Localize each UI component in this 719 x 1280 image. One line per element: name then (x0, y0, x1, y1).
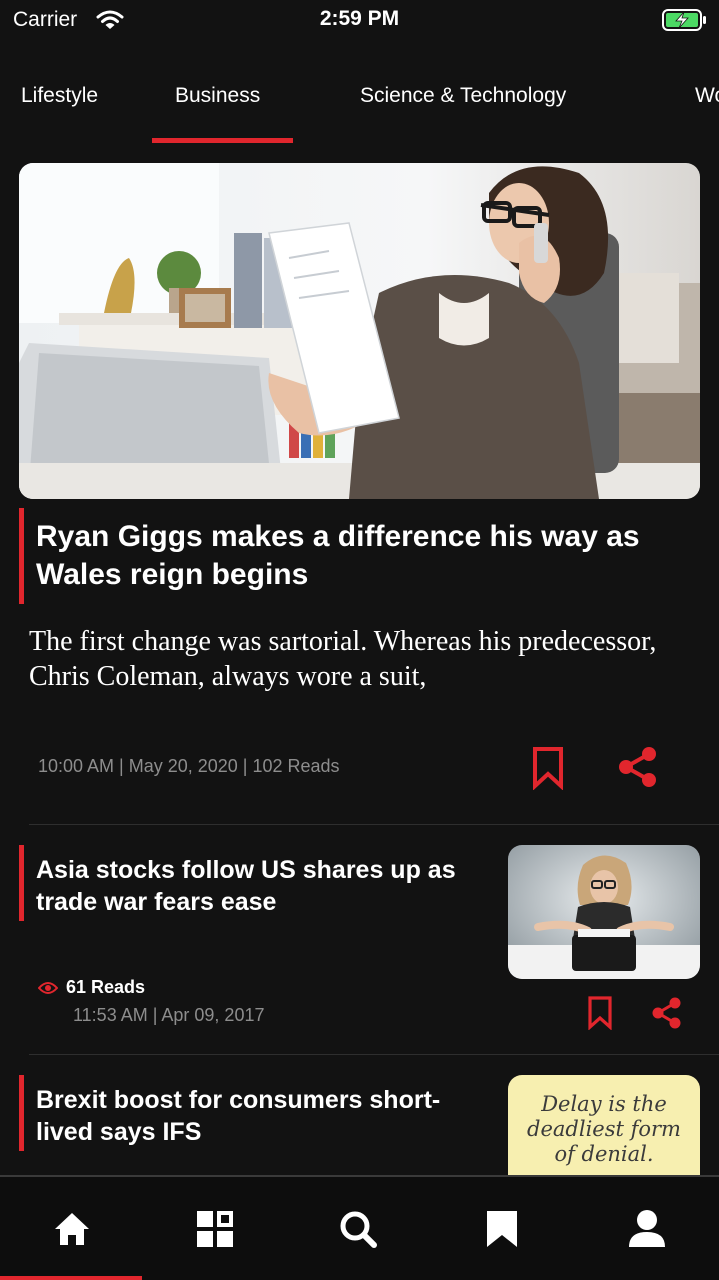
home-icon (54, 1212, 89, 1245)
category-tabs: Lifestyle Business Science & Technology … (0, 60, 719, 146)
nav-bookmarks[interactable] (430, 1177, 573, 1280)
nav-profile[interactable] (575, 1177, 718, 1280)
divider (29, 1054, 719, 1055)
featured-title[interactable]: Ryan Giggs makes a difference his way as… (36, 508, 689, 594)
tab-world[interactable]: Wo (695, 84, 719, 108)
bottom-navigation (0, 1175, 719, 1280)
article-reads-count: 61 Reads (66, 977, 146, 997)
share-button[interactable] (651, 996, 683, 1030)
status-bar: Carrier 2:59 PM (0, 0, 719, 40)
share-button[interactable] (617, 745, 659, 789)
sticky-note-photo: Delay is the deadliest form of denial. (508, 1075, 700, 1175)
eye-icon (38, 981, 58, 994)
share-icon (619, 747, 656, 787)
grid-icon (196, 1210, 233, 1247)
bookmark-outline-icon (533, 747, 563, 791)
note-line-1: Delay is the (540, 1092, 667, 1116)
nav-search[interactable] (286, 1177, 429, 1280)
nav-active-indicator (0, 1276, 142, 1280)
article-title[interactable]: Asia stocks follow US shares up as trade… (36, 845, 479, 918)
featured-excerpt: The first change was sartorial. Whereas … (29, 626, 657, 692)
tab-business[interactable]: Business (175, 84, 260, 108)
woman-phone-office-photo (19, 163, 700, 499)
article-thumbnail[interactable] (508, 845, 700, 979)
divider (29, 824, 719, 825)
article-thumbnail[interactable]: Delay is the deadliest form of denial. (508, 1075, 700, 1175)
status-time: 2:59 PM (319, 7, 400, 30)
tab-science-technology[interactable]: Science & Technology (360, 84, 566, 108)
article-reads: 61 Reads (38, 977, 145, 998)
article-title-block[interactable]: Brexit boost for consumers short-lived s… (19, 1075, 479, 1151)
active-tab-indicator (152, 138, 293, 143)
article-title[interactable]: Brexit boost for consumers short-lived s… (36, 1075, 479, 1148)
search-icon (340, 1211, 377, 1248)
note-line-2: deadliest form (527, 1117, 681, 1141)
share-icon (652, 997, 681, 1029)
woman-typewriter-photo (508, 845, 700, 979)
bookmark-outline-icon (588, 996, 612, 1031)
battery-charging-icon (662, 8, 708, 37)
bookmark-button[interactable] (587, 996, 613, 1031)
nav-categories[interactable] (143, 1177, 286, 1280)
featured-meta: 10:00 AM | May 20, 2020 | 102 Reads (38, 756, 340, 776)
bookmark-button[interactable] (531, 746, 565, 791)
profile-icon (628, 1209, 665, 1247)
article-time: 11:53 AM | Apr 09, 2017 (73, 1005, 265, 1025)
tab-lifestyle[interactable]: Lifestyle (21, 84, 98, 108)
nav-home[interactable] (0, 1177, 143, 1280)
featured-title-block[interactable]: Ryan Giggs makes a difference his way as… (19, 508, 689, 604)
bookmark-icon (486, 1210, 517, 1247)
featured-image[interactable] (19, 163, 700, 499)
article-title-block[interactable]: Asia stocks follow US shares up as trade… (19, 845, 479, 921)
note-line-3: of denial. (554, 1142, 653, 1166)
